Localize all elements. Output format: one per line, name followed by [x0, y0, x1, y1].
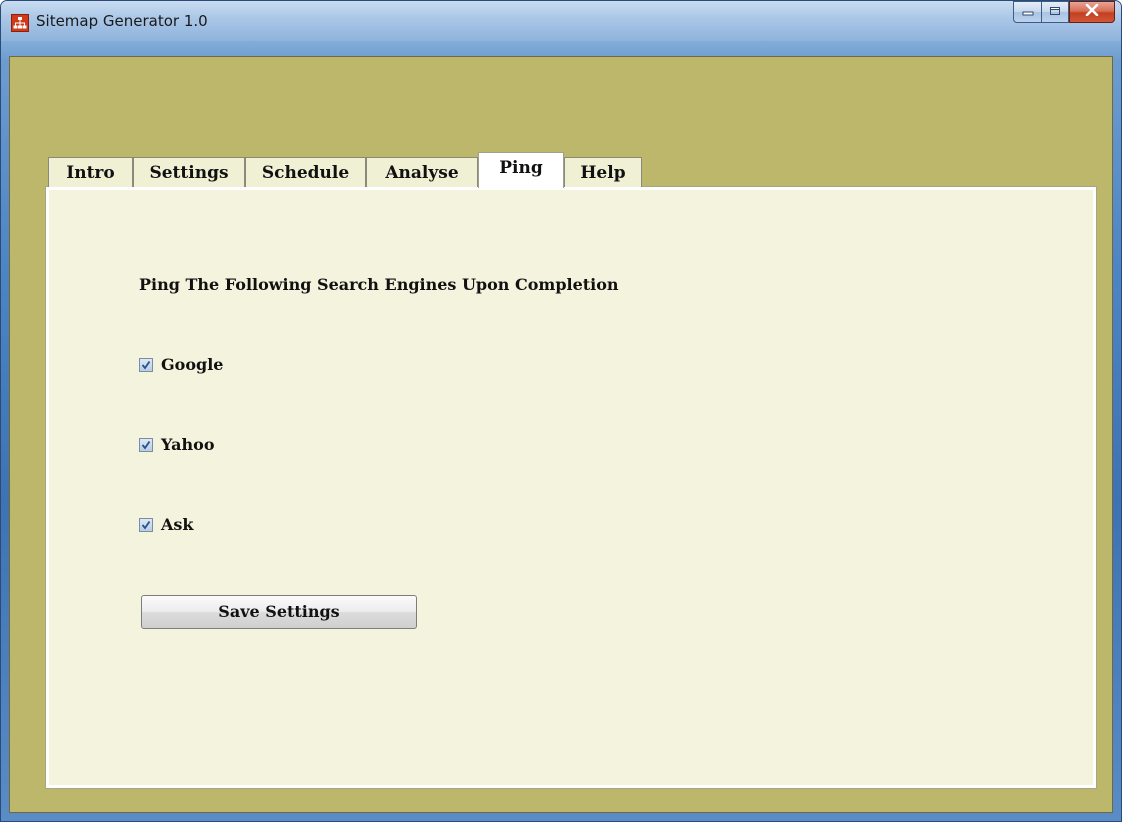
ping-panel: Ping The Following Search Engines Upon C…: [45, 186, 1097, 789]
yahoo-checkbox[interactable]: [139, 437, 153, 452]
tab-settings[interactable]: Settings: [133, 157, 245, 187]
ping-heading: Ping The Following Search Engines Upon C…: [139, 275, 619, 294]
google-checkbox[interactable]: [139, 357, 153, 372]
save-settings-button[interactable]: Save Settings: [141, 595, 417, 629]
ask-checkbox-row[interactable]: Ask: [139, 515, 194, 534]
close-icon: [1085, 3, 1099, 21]
maximize-icon: [1049, 3, 1061, 21]
window-title: Sitemap Generator 1.0: [36, 12, 208, 30]
tab-schedule[interactable]: Schedule: [245, 157, 366, 187]
tab-ping[interactable]: Ping: [478, 152, 564, 188]
minimize-icon: [1022, 3, 1034, 21]
ask-checkbox[interactable]: [139, 517, 153, 532]
client-area: Intro Settings Schedule Analyse Ping Hel…: [9, 56, 1113, 813]
ask-label: Ask: [161, 515, 194, 534]
google-label: Google: [161, 355, 224, 374]
title-bar[interactable]: Sitemap Generator 1.0: [1, 1, 1121, 41]
app-window: Sitemap Generator 1.0 Intro Settings Sch…: [0, 0, 1122, 822]
tab-help[interactable]: Help: [564, 157, 642, 187]
window-controls: [1013, 1, 1115, 23]
sitemap-app-icon: [11, 14, 29, 32]
tab-analyse[interactable]: Analyse: [366, 157, 478, 187]
tab-intro[interactable]: Intro: [48, 157, 133, 187]
minimize-button[interactable]: [1013, 1, 1041, 23]
google-checkbox-row[interactable]: Google: [139, 355, 223, 374]
yahoo-label: Yahoo: [161, 435, 215, 454]
yahoo-checkbox-row[interactable]: Yahoo: [139, 435, 215, 454]
maximize-button[interactable]: [1041, 1, 1069, 23]
close-button[interactable]: [1069, 1, 1115, 23]
